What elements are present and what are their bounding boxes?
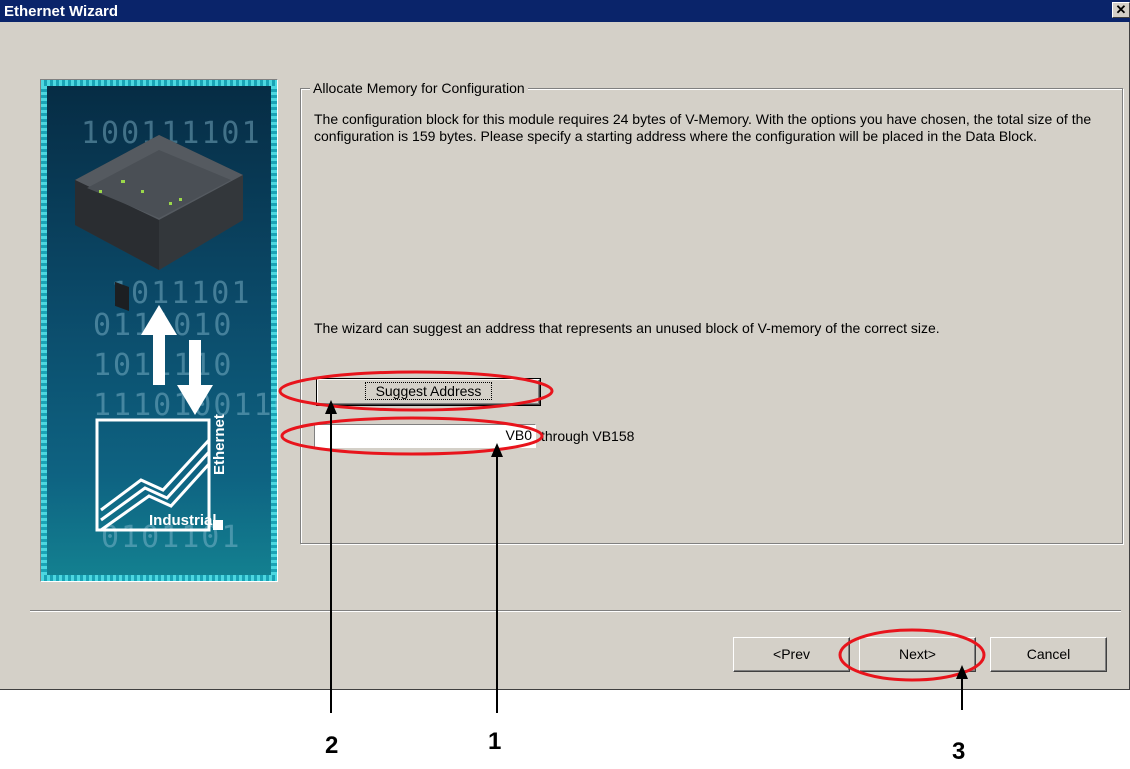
button-separator (30, 610, 1121, 612)
logo-text-industrial: Industrial (149, 512, 217, 529)
callout-label-3: 3 (952, 738, 966, 765)
address-range-end: through VB158 (541, 428, 635, 444)
window-title: Ethernet Wizard (4, 3, 119, 20)
suggest-address-label: Suggest Address (364, 382, 493, 400)
suggest-address-button[interactable]: Suggest Address (316, 378, 541, 406)
allocate-memory-groupbox (300, 88, 1123, 544)
suggest-description: The wizard can suggest an address that r… (314, 320, 940, 336)
cancel-button[interactable]: Cancel (990, 637, 1107, 672)
groupbox-legend: Allocate Memory for Configuration (310, 80, 528, 96)
callout-label-1: 1 (488, 728, 502, 755)
plc-module-icon (75, 135, 243, 532)
title-bar[interactable]: Ethernet Wizard ✕ (0, 0, 1130, 22)
next-button[interactable]: Next> (859, 637, 976, 672)
logo-text-ethernet: Ethernet (211, 414, 228, 475)
wizard-side-image: 100111101 1011101 0111010 1011110 111010… (40, 79, 278, 582)
ethernet-wizard-window: Ethernet Wizard ✕ 100111101 1011101 0111… (0, 0, 1130, 690)
prev-button[interactable]: <Prev (733, 637, 850, 672)
callout-label-2: 2 (325, 732, 339, 759)
close-icon: ✕ (1115, 2, 1127, 17)
start-address-field[interactable]: VB0 (314, 424, 536, 448)
close-button[interactable]: ✕ (1112, 2, 1130, 18)
configuration-description: The configuration block for this module … (314, 111, 1092, 144)
